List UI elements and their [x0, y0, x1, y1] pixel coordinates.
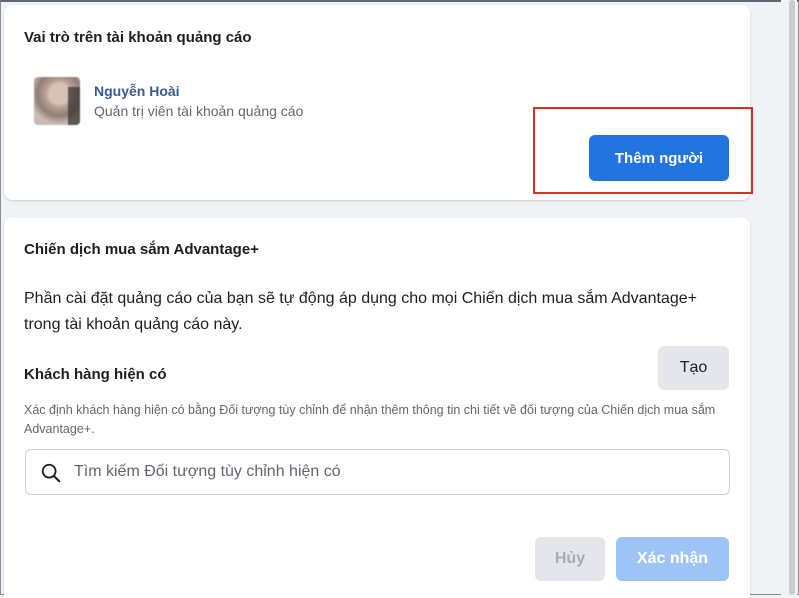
user-role: Quản trị viên tài khoản quảng cáo: [94, 103, 304, 119]
confirm-button[interactable]: Xác nhận: [616, 537, 729, 581]
ad-account-roles-card: Vai trò trên tài khoản quảng cáo Nguyễn …: [4, 5, 750, 200]
existing-customers-help: Xác định khách hàng hiện có bằng Đối tượ…: [24, 403, 716, 436]
cancel-button[interactable]: Hủy: [535, 537, 605, 581]
scrollbar-thumb[interactable]: [789, 0, 795, 595]
custom-audience-search[interactable]: [25, 449, 730, 495]
search-input[interactable]: [74, 450, 714, 494]
existing-customers-label: Khách hàng hiện có: [24, 366, 167, 383]
user-name[interactable]: Nguyễn Hoài: [94, 83, 180, 99]
advantage-description: Phần cài đặt quảng cáo của bạn sẽ tự độn…: [24, 290, 697, 333]
avatar: [34, 77, 80, 125]
roles-title: Vai trò trên tài khoản quảng cáo: [24, 29, 252, 46]
advantage-shopping-card: Chiến dịch mua sắm Advantage+ Phần cài đ…: [4, 218, 750, 598]
create-button[interactable]: Tạo: [658, 346, 729, 390]
advantage-title: Chiến dịch mua sắm Advantage+: [24, 241, 259, 258]
add-people-button[interactable]: Thêm người: [589, 135, 729, 181]
search-icon: [41, 463, 61, 483]
